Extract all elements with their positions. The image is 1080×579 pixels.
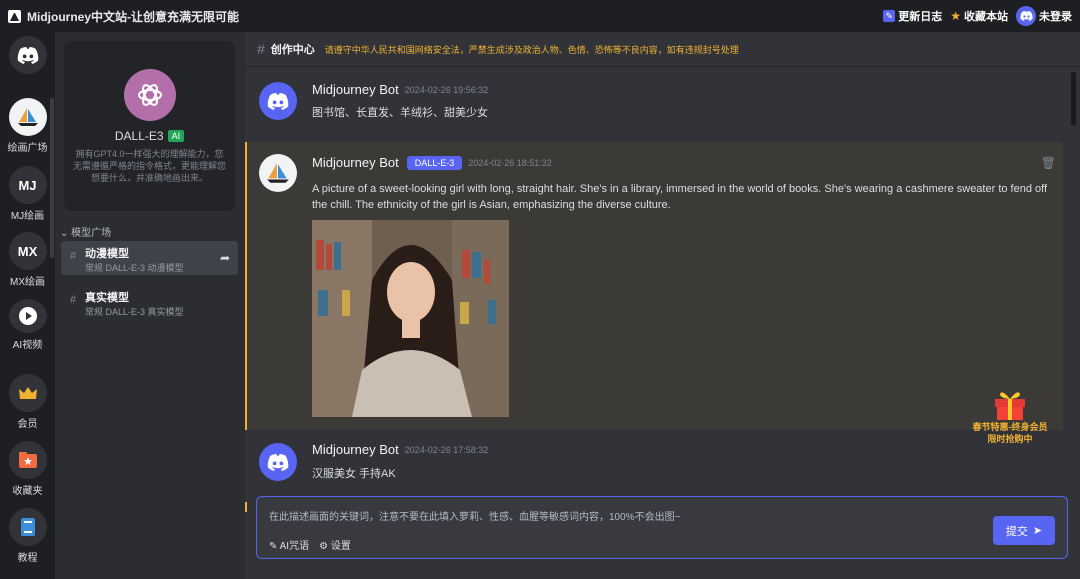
rail-label: MJ绘画 xyxy=(10,211,45,222)
section-label: 模型广场 xyxy=(71,228,112,239)
chat-scrollbar[interactable] xyxy=(1071,72,1076,126)
model-item-anime[interactable]: # 动漫模型 常规 DALL-E-3 动漫模型 ➦ xyxy=(61,241,238,275)
hash-icon: # xyxy=(70,250,77,262)
message-author: Midjourney Bot xyxy=(312,155,399,170)
message-time: 2024-02-26 17:58:32 xyxy=(404,444,489,455)
mx-glyph: MX xyxy=(8,232,47,270)
ai-prompt-label: AI咒语 xyxy=(279,541,310,552)
rail-label: 绘画广场 xyxy=(7,143,48,154)
submit-button[interactable]: 提交 ➤ xyxy=(993,516,1055,545)
ai-prompt-button[interactable]: ✎ AI咒语 xyxy=(269,537,309,552)
model-title: 动漫模型 xyxy=(85,248,129,260)
left-rail: 绘画广场 MJ MJ绘画 MX MX绘画 AI视频 会员 收藏夹 教程 xyxy=(0,32,55,579)
accent-marker xyxy=(245,502,247,512)
channel-notice: 请遵守中华人民共和国网络安全法，严禁生成涉及政治人物、色情、恐怖等不良内容，如有… xyxy=(324,44,739,55)
model-card: DALL-E3 AI 拥有GPT4.0一样强大的理解能力，您无需遵循严格的指令格… xyxy=(64,41,235,211)
hash-icon: # xyxy=(257,41,265,57)
bookmark-link[interactable]: ★ 收藏本站 xyxy=(950,8,1008,24)
mj-glyph: MJ xyxy=(8,166,47,204)
crown-icon xyxy=(8,374,47,412)
rail-item-mj[interactable]: MJ MJ绘画 xyxy=(0,166,55,222)
login-button[interactable]: 未登录 xyxy=(1016,6,1072,26)
model-panel: DALL-E3 AI 拥有GPT4.0一样强大的理解能力，您无需遵循严格的指令格… xyxy=(55,32,245,579)
model-name: DALL-E3 xyxy=(114,129,164,143)
chat-area: # 创作中心 请遵守中华人民共和国网络安全法，严禁生成涉及政治人物、色情、恐怖等… xyxy=(245,32,1080,579)
trash-icon[interactable]: 🗑 xyxy=(1041,156,1056,170)
rail-label: AI视频 xyxy=(12,340,43,351)
discord-icon xyxy=(8,36,47,74)
message-author: Midjourney Bot xyxy=(312,442,399,457)
channel-header: # 创作中心 请遵守中华人民共和国网络安全法，严禁生成涉及政治人物、色情、恐怖等… xyxy=(245,32,1080,67)
gear-icon: ⚙ xyxy=(319,541,329,552)
rail-label: MX绘画 xyxy=(10,277,45,288)
gift-icon xyxy=(992,387,1028,421)
message-text: 汉服美女 手持AK xyxy=(312,468,396,480)
pen-icon: ✎ xyxy=(269,541,278,552)
rail-label: 会员 xyxy=(17,419,38,430)
message-time: 2024-02-26 19:56:32 xyxy=(404,84,489,95)
book-icon xyxy=(8,508,47,546)
rail-item-video[interactable]: AI视频 xyxy=(0,299,55,351)
message-author: Midjourney Bot xyxy=(312,82,399,97)
login-label: 未登录 xyxy=(1039,11,1072,23)
share-icon[interactable]: ➦ xyxy=(220,251,230,265)
ai-badge: AI xyxy=(167,130,185,142)
model-tag: DALL-E-3 xyxy=(406,155,463,170)
promo-line1: 春节特惠-终身会员 xyxy=(972,422,1048,432)
model-description: 拥有GPT4.0一样强大的理解能力，您无需遵循严格的指令格式，更能理解您想要什么… xyxy=(72,149,226,183)
rail-item-member[interactable]: 会员 xyxy=(0,374,55,430)
model-subtitle: 常规 DALL-E-3 动漫模型 xyxy=(85,263,184,273)
rail-discord[interactable] xyxy=(0,36,55,74)
bot-avatar xyxy=(259,443,297,481)
top-bar: Midjourney中文站-让创意充满无限可能 ✎ 更新日志 ★ 收藏本站 未登… xyxy=(0,0,1080,32)
promo-widget[interactable]: 春节特惠-终身会员 限时抢购中 xyxy=(965,387,1055,445)
settings-button[interactable]: ⚙ 设置 xyxy=(319,537,351,552)
generated-image[interactable] xyxy=(312,220,509,417)
changelog-link[interactable]: ✎ 更新日志 xyxy=(883,8,942,24)
rail-item-tutorial[interactable]: 教程 xyxy=(0,508,55,564)
bot-avatar xyxy=(259,82,297,120)
discord-avatar-icon xyxy=(1016,6,1036,26)
settings-label: 设置 xyxy=(330,541,351,552)
hash-icon: # xyxy=(70,294,77,306)
sailboat-icon xyxy=(8,98,47,136)
model-title: 真实模型 xyxy=(85,292,129,304)
chevron-down-icon: ⌄ xyxy=(60,228,69,239)
note-icon: ✎ xyxy=(883,10,896,22)
rail-item-favorites[interactable]: 收藏夹 xyxy=(0,441,55,497)
bookmark-label: 收藏本站 xyxy=(964,11,1008,23)
message-time: 2024-02-26 18:51:32 xyxy=(468,157,552,168)
section-model-square[interactable]: ⌄ 模型广场 xyxy=(60,224,111,239)
star-icon: ★ xyxy=(950,9,961,23)
openai-icon xyxy=(123,69,176,121)
rail-item-mx[interactable]: MX MX绘画 xyxy=(0,232,55,288)
rail-item-gallery[interactable]: 绘画广场 xyxy=(0,98,55,154)
message-text: A picture of a sweet-looking girl with l… xyxy=(312,183,1048,211)
prompt-input[interactable]: 在此描述画面的关键词，注意不要在此填入萝莉、性感、血腥等敏感词内容，100%不会… xyxy=(269,508,680,523)
model-subtitle: 常规 DALL-E-3 真实模型 xyxy=(85,307,184,317)
channel-name: 创作中心 xyxy=(270,44,315,56)
star-folder-icon xyxy=(8,441,47,479)
rail-label: 教程 xyxy=(17,553,38,564)
rail-scrollbar[interactable] xyxy=(50,98,54,258)
submit-label: 提交 xyxy=(1005,525,1028,538)
changelog-label: 更新日志 xyxy=(898,11,943,23)
play-icon xyxy=(8,299,47,333)
promo-line2: 限时抢购中 xyxy=(987,434,1033,444)
site-logo-icon xyxy=(8,9,21,23)
message-text: 图书馆、长直发、羊绒衫、甜美少女 xyxy=(312,107,488,119)
app-title: Midjourney中文站-让创意充满无限可能 xyxy=(27,9,239,24)
send-icon: ➤ xyxy=(1032,525,1043,537)
prompt-composer[interactable]: 在此描述画面的关键词，注意不要在此填入萝莉、性感、血腥等敏感词内容，100%不会… xyxy=(256,496,1068,559)
sailboat-avatar-icon xyxy=(259,154,297,192)
rail-label: 收藏夹 xyxy=(12,486,43,497)
model-item-real[interactable]: # 真实模型 常规 DALL-E-3 真实模型 xyxy=(61,285,238,319)
